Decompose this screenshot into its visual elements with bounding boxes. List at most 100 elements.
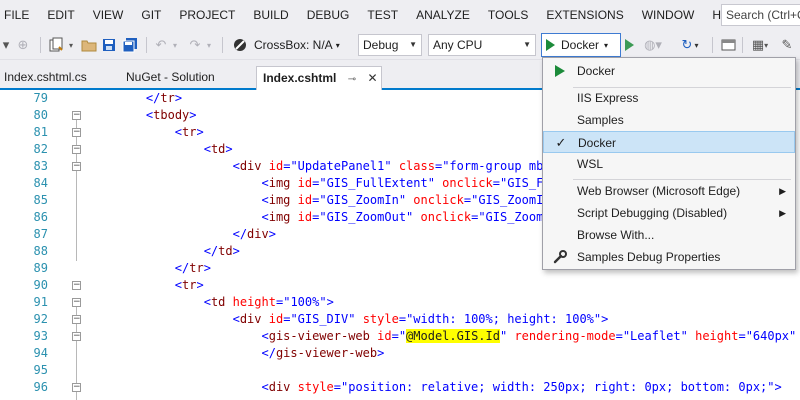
dropdown-item-script-debugging[interactable]: Script Debugging (Disabled) ▶ [543, 202, 795, 224]
dropdown-item-label: WSL [577, 157, 604, 171]
menu-test[interactable]: TEST [358, 0, 407, 30]
code-text: <div id="UpdatePanel1" class="form-group… [232, 159, 551, 173]
menu-git[interactable]: GIT [132, 0, 170, 30]
code-text: <tr> [174, 125, 204, 139]
collapse-toggle-icon[interactable]: − [72, 145, 81, 154]
line-number: 88 [33, 244, 48, 258]
code-text: <img id="GIS_ZoomIn" onclick="GIS_ZoomIn [261, 193, 551, 207]
save-all-icon[interactable] [120, 30, 140, 60]
tab-label: Index.cshtml [263, 71, 337, 85]
line-number: 96 [33, 380, 48, 394]
nav-back-dropdown-icon[interactable]: ▾ [0, 30, 12, 60]
menu-build[interactable]: BUILD [244, 0, 297, 30]
undo-dropdown-icon[interactable]: ▾ [170, 30, 180, 60]
collapse-toggle-icon[interactable]: − [72, 128, 81, 137]
dropdown-item-iis-express[interactable]: IIS Express [543, 87, 795, 109]
live-share-icon[interactable]: ✎ [778, 30, 796, 60]
save-icon[interactable] [100, 30, 118, 60]
line-number: 93 [33, 329, 48, 343]
chevron-down-icon: ▼ [523, 40, 531, 49]
checkmark-icon: ✓ [555, 135, 567, 150]
collapse-toggle-icon[interactable]: − [72, 315, 81, 324]
code-line[interactable]: 94 </gis-viewer-web> [0, 345, 800, 362]
code-line[interactable]: 91 − <td height="100%"> [0, 294, 800, 311]
code-text: <div style="position: relative; width: 2… [261, 380, 782, 394]
line-number: 91 [33, 295, 48, 309]
menu-bar: FILE EDIT VIEW GIT PROJECT BUILD DEBUG TEST ANAL… [0, 0, 800, 30]
configuration-select[interactable]: Debug ▼ [358, 34, 422, 56]
code-text: <td height="100%"> [203, 295, 334, 309]
tab-label: NuGet - Solution [126, 70, 215, 84]
menu-edit[interactable]: EDIT [38, 0, 83, 30]
submenu-arrow-icon: ▶ [779, 186, 786, 196]
code-text: </gis-viewer-web> [261, 346, 385, 360]
menu-file[interactable]: FILE [0, 0, 38, 30]
dropdown-item-wsl[interactable]: WSL [543, 153, 795, 175]
layout-icon[interactable]: ▦ ▾ [748, 30, 772, 60]
tab-index-cshtml-cs[interactable]: Index.cshtml.cs [0, 67, 114, 88]
menu-extensions[interactable]: EXTENSIONS [537, 0, 632, 30]
code-text: <gis-viewer-web id="@Model.GIS.Id" rende… [261, 329, 797, 343]
crossbox-label: CrossBox: N/A [254, 38, 333, 52]
crossbox-selector[interactable]: CrossBox: N/A ▾ [254, 30, 350, 60]
start-debugging-button[interactable]: Docker ▾ [541, 33, 621, 57]
line-number: 94 [33, 346, 48, 360]
dropdown-item-debug-properties[interactable]: Samples Debug Properties [543, 246, 795, 268]
code-line[interactable]: 93 − <gis-viewer-web id="@Model.GIS.Id" r… [0, 328, 800, 345]
collapse-toggle-icon[interactable]: − [72, 383, 81, 392]
collapse-toggle-icon[interactable]: − [72, 111, 81, 120]
menu-tools[interactable]: TOOLS [479, 0, 537, 30]
line-number: 83 [33, 159, 48, 173]
code-line[interactable]: 92 − <div id="GIS_DIV" style="width: 100%… [0, 311, 800, 328]
dropdown-item-web-browser[interactable]: Web Browser (Microsoft Edge) ▶ [543, 180, 795, 202]
navigate-forward-icon[interactable]: ⊕ [14, 30, 32, 60]
dropdown-item-label: Docker [577, 64, 616, 78]
code-line[interactable]: 95 [0, 362, 800, 379]
code-line[interactable]: 96 − <div style="position: relative; widt… [0, 379, 800, 396]
menu-window[interactable]: WINDOW [633, 0, 704, 30]
chevron-down-icon: ▾ [604, 40, 609, 50]
code-text: </td> [203, 244, 240, 258]
submenu-arrow-icon: ▶ [779, 208, 786, 218]
collapse-toggle-icon[interactable]: − [72, 162, 81, 171]
code-text: <img id="GIS_ZoomOut" onclick="GIS_ZoomO [261, 210, 551, 224]
dropdown-item-samples[interactable]: Samples [543, 109, 795, 131]
redo-dropdown-icon[interactable]: ▾ [204, 30, 214, 60]
line-number: 79 [33, 91, 48, 105]
code-text: <tr> [174, 278, 204, 292]
platform-select[interactable]: Any CPU ▼ [428, 34, 536, 56]
refresh-icon[interactable]: ↻ ▾ [676, 30, 704, 60]
menu-analyze[interactable]: ANALYZE [407, 0, 479, 30]
search-input[interactable]: Search (Ctrl+Q) [721, 4, 800, 26]
undo-icon[interactable]: ↶ [152, 30, 170, 60]
browser-link-icon[interactable] [720, 30, 738, 60]
dropdown-item-docker-run[interactable]: Docker [543, 60, 795, 82]
collapse-toggle-icon[interactable]: − [72, 281, 81, 290]
dropdown-item-browse-with[interactable]: Browse With... [543, 224, 795, 246]
start-without-debugging-icon[interactable] [622, 30, 636, 60]
line-number: 84 [33, 176, 48, 190]
chevron-down-icon: ▼ [409, 40, 417, 49]
dropdown-item-label: Script Debugging (Disabled) [577, 206, 728, 220]
collapse-toggle-icon[interactable]: − [72, 298, 81, 307]
redo-icon[interactable]: ↷ [186, 30, 204, 60]
menu-debug[interactable]: DEBUG [298, 0, 359, 30]
close-icon[interactable]: ✕ [367, 71, 377, 85]
new-project-icon[interactable] [46, 30, 66, 60]
tab-nuget-solution[interactable]: NuGet - Solution [120, 67, 250, 88]
tab-index-cshtml[interactable]: Index.cshtml ⊸ ✕ [256, 66, 382, 90]
collapse-toggle-icon[interactable]: − [72, 332, 81, 341]
open-folder-icon[interactable] [80, 30, 98, 60]
new-project-dropdown-icon[interactable]: ▾ [66, 30, 76, 60]
menu-view[interactable]: VIEW [84, 0, 133, 30]
hot-reload-icon[interactable]: ◍▾ [640, 30, 666, 60]
code-line[interactable]: 90 − <tr> [0, 277, 800, 294]
menu-project[interactable]: PROJECT [170, 0, 244, 30]
crossbox-icon [230, 30, 250, 60]
dropdown-item-label: Web Browser (Microsoft Edge) [577, 184, 741, 198]
line-number: 87 [33, 227, 48, 241]
dropdown-item-docker[interactable]: ✓ Docker [543, 131, 795, 153]
dropdown-item-label: Samples Debug Properties [577, 250, 721, 264]
pin-icon[interactable]: ⊸ [348, 74, 356, 85]
configuration-value: Debug [363, 38, 399, 52]
